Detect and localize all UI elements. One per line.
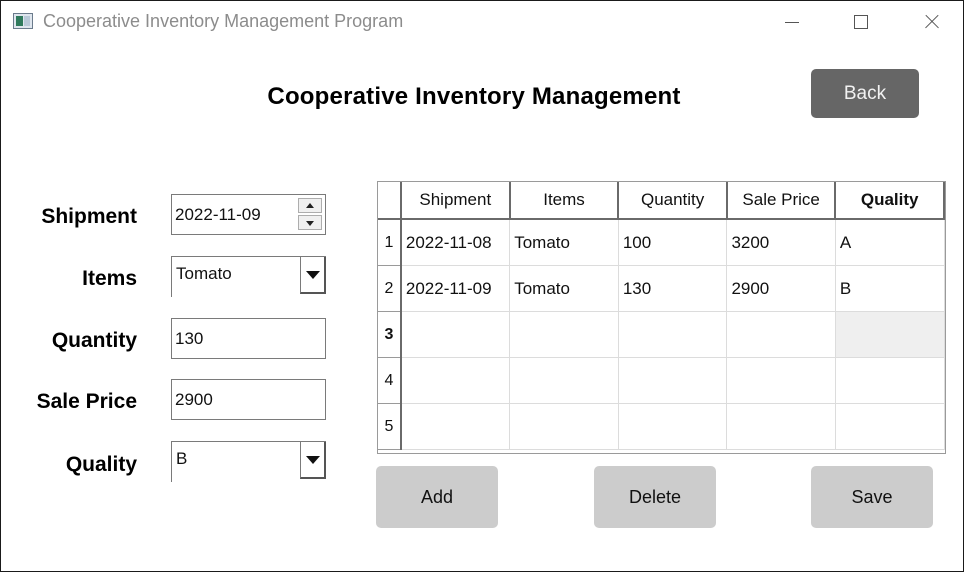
table-row[interactable]: 1 2022-11-08 Tomato 100 3200 A	[378, 219, 945, 266]
quality-select-value: B	[176, 449, 188, 468]
table-cell[interactable]: 130	[618, 265, 728, 312]
spin-down-icon[interactable]	[298, 215, 322, 230]
app-window-icon	[13, 13, 33, 29]
back-button[interactable]: Back	[811, 69, 919, 118]
table-cell[interactable]	[835, 403, 945, 450]
quality-label: Quality	[65, 453, 137, 476]
save-button[interactable]: Save	[811, 466, 933, 528]
row-header[interactable]: 5	[378, 403, 402, 450]
column-header-sale-price[interactable]: Sale Price	[726, 182, 837, 220]
table-cell[interactable]: Tomato	[509, 219, 619, 266]
table-cell[interactable]	[618, 357, 728, 404]
shipment-date-value: 2022-11-09	[175, 205, 261, 224]
table-cell[interactable]	[400, 311, 511, 358]
shipment-date-field[interactable]: 2022-11-09	[171, 194, 326, 235]
date-spinner[interactable]	[298, 198, 322, 231]
table-cell[interactable]: 3200	[726, 219, 836, 266]
row-header[interactable]: 1	[378, 219, 402, 266]
table-cell[interactable]	[726, 403, 836, 450]
chevron-down-icon[interactable]	[300, 257, 326, 294]
sale-price-label: Sale Price	[36, 390, 137, 413]
table-cell[interactable]: Tomato	[509, 265, 619, 312]
table-cell[interactable]: 2900	[726, 265, 836, 312]
table-row[interactable]: 3	[378, 311, 945, 358]
table-cell[interactable]: B	[835, 265, 945, 312]
table-cell[interactable]: 100	[618, 219, 728, 266]
table-cell[interactable]	[400, 357, 511, 404]
close-icon[interactable]	[913, 7, 949, 37]
table-cell[interactable]: 2022-11-08	[400, 219, 511, 266]
add-button[interactable]: Add	[376, 466, 498, 528]
delete-button[interactable]: Delete	[594, 466, 716, 528]
table-cell[interactable]	[726, 311, 836, 358]
table-cell[interactable]	[726, 357, 836, 404]
row-header[interactable]: 4	[378, 357, 402, 404]
table-cell[interactable]	[618, 311, 728, 358]
table-cell[interactable]	[509, 403, 619, 450]
quality-select[interactable]: B	[171, 441, 326, 482]
table-cell-selected[interactable]	[835, 311, 945, 358]
items-select[interactable]: Tomato	[171, 256, 326, 297]
table-cell[interactable]	[509, 311, 619, 358]
spin-up-icon[interactable]	[298, 198, 322, 213]
row-header[interactable]: 3	[378, 311, 402, 358]
minimize-icon[interactable]	[773, 7, 809, 37]
items-label: Items	[82, 267, 137, 290]
shipment-label: Shipment	[41, 205, 137, 228]
column-header-items[interactable]: Items	[509, 182, 620, 220]
column-header-quantity[interactable]: Quantity	[618, 182, 728, 220]
table-row[interactable]: 5	[378, 403, 945, 450]
table-cell[interactable]	[618, 403, 728, 450]
table-row[interactable]: 4	[378, 357, 945, 404]
table-corner[interactable]	[378, 182, 402, 220]
table-cell[interactable]	[400, 403, 511, 450]
table-row[interactable]: 2 2022-11-09 Tomato 130 2900 B	[378, 265, 945, 312]
page-title: Cooperative Inventory Management	[267, 83, 681, 110]
sale-price-input[interactable]: 2900	[171, 379, 326, 420]
row-header[interactable]: 2	[378, 265, 402, 312]
chevron-down-icon[interactable]	[300, 442, 326, 479]
table-cell[interactable]	[835, 357, 945, 404]
items-select-value: Tomato	[176, 264, 232, 283]
table-header-row: Shipment Items Quantity Sale Price Quali…	[378, 182, 945, 220]
table-cell[interactable]: A	[835, 219, 945, 266]
table-cell[interactable]	[509, 357, 619, 404]
column-header-shipment[interactable]: Shipment	[400, 182, 511, 220]
maximize-icon[interactable]	[843, 7, 879, 37]
main-window: Cooperative Inventory Management Program…	[0, 0, 964, 572]
inventory-table[interactable]: Shipment Items Quantity Sale Price Quali…	[377, 181, 946, 454]
quantity-input[interactable]: 130	[171, 318, 326, 359]
column-header-quality[interactable]: Quality	[835, 182, 945, 220]
quantity-label: Quantity	[51, 329, 137, 352]
table-cell[interactable]: 2022-11-09	[400, 265, 511, 312]
title-bar: Cooperative Inventory Management Program	[1, 1, 963, 43]
window-title: Cooperative Inventory Management Program	[43, 11, 404, 31]
